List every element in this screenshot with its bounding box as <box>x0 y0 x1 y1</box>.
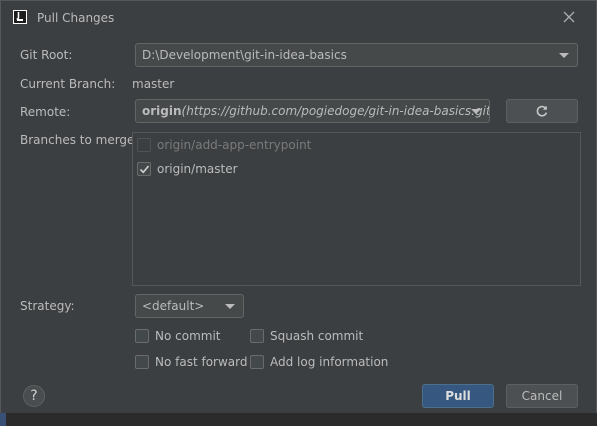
no-commit-checkbox[interactable] <box>135 329 149 343</box>
refresh-button[interactable] <box>506 99 578 123</box>
strategy-value: <default> <box>142 299 205 313</box>
remote-label: Remote: <box>20 105 71 119</box>
background-strip <box>0 413 597 426</box>
git-root-combo[interactable]: D:\Development\git-in-idea-basics <box>135 43 578 67</box>
branches-list: origin/add-app-entrypoint origin/master <box>132 132 581 286</box>
current-branch-value: master <box>132 77 175 91</box>
cancel-button[interactable]: Cancel <box>506 384 578 408</box>
no-fast-forward-checkbox[interactable] <box>135 355 149 369</box>
remote-url: (https://github.com/pogiedoge/git-in-ide… <box>181 104 490 118</box>
branch-checkbox-master[interactable] <box>137 162 151 176</box>
no-fast-forward-label: No fast forward <box>155 355 248 369</box>
no-commit-label: No commit <box>155 329 221 343</box>
check-icon <box>139 165 150 174</box>
strategy-combo[interactable]: <default> <box>135 294 244 318</box>
chevron-down-icon <box>471 109 481 114</box>
remote-combo[interactable]: origin(https://github.com/pogiedoge/git-… <box>135 99 490 123</box>
current-branch-label: Current Branch: <box>20 77 116 91</box>
git-root-value: D:\Development\git-in-idea-basics <box>142 48 347 62</box>
help-button[interactable]: ? <box>23 385 45 407</box>
close-icon[interactable] <box>561 9 577 25</box>
pull-changes-dialog: J Pull Changes Git Root: D:\Development\… <box>0 0 597 414</box>
squash-commit-checkbox[interactable] <box>250 329 264 343</box>
intellij-icon: J <box>13 10 27 24</box>
branches-label: Branches to merge: <box>20 133 139 147</box>
squash-commit-label: Squash commit <box>270 329 364 343</box>
chevron-down-icon <box>559 53 569 58</box>
remote-value: origin(https://github.com/pogiedoge/git-… <box>142 104 490 118</box>
accent <box>0 413 6 426</box>
branch-checkbox-add-app-entrypoint <box>137 138 151 152</box>
window-title: Pull Changes <box>37 11 115 25</box>
title-bar: J Pull Changes <box>1 1 596 35</box>
refresh-icon <box>536 105 548 117</box>
remote-name: origin <box>142 104 182 118</box>
chevron-down-icon <box>225 304 235 309</box>
branch-label: origin/master <box>157 162 238 176</box>
strategy-label: Strategy: <box>20 299 75 313</box>
pull-button[interactable]: Pull <box>422 384 494 408</box>
git-root-label: Git Root: <box>20 48 73 62</box>
add-log-information-label: Add log information <box>270 355 389 369</box>
add-log-information-checkbox[interactable] <box>250 355 264 369</box>
branch-label: origin/add-app-entrypoint <box>157 138 312 152</box>
